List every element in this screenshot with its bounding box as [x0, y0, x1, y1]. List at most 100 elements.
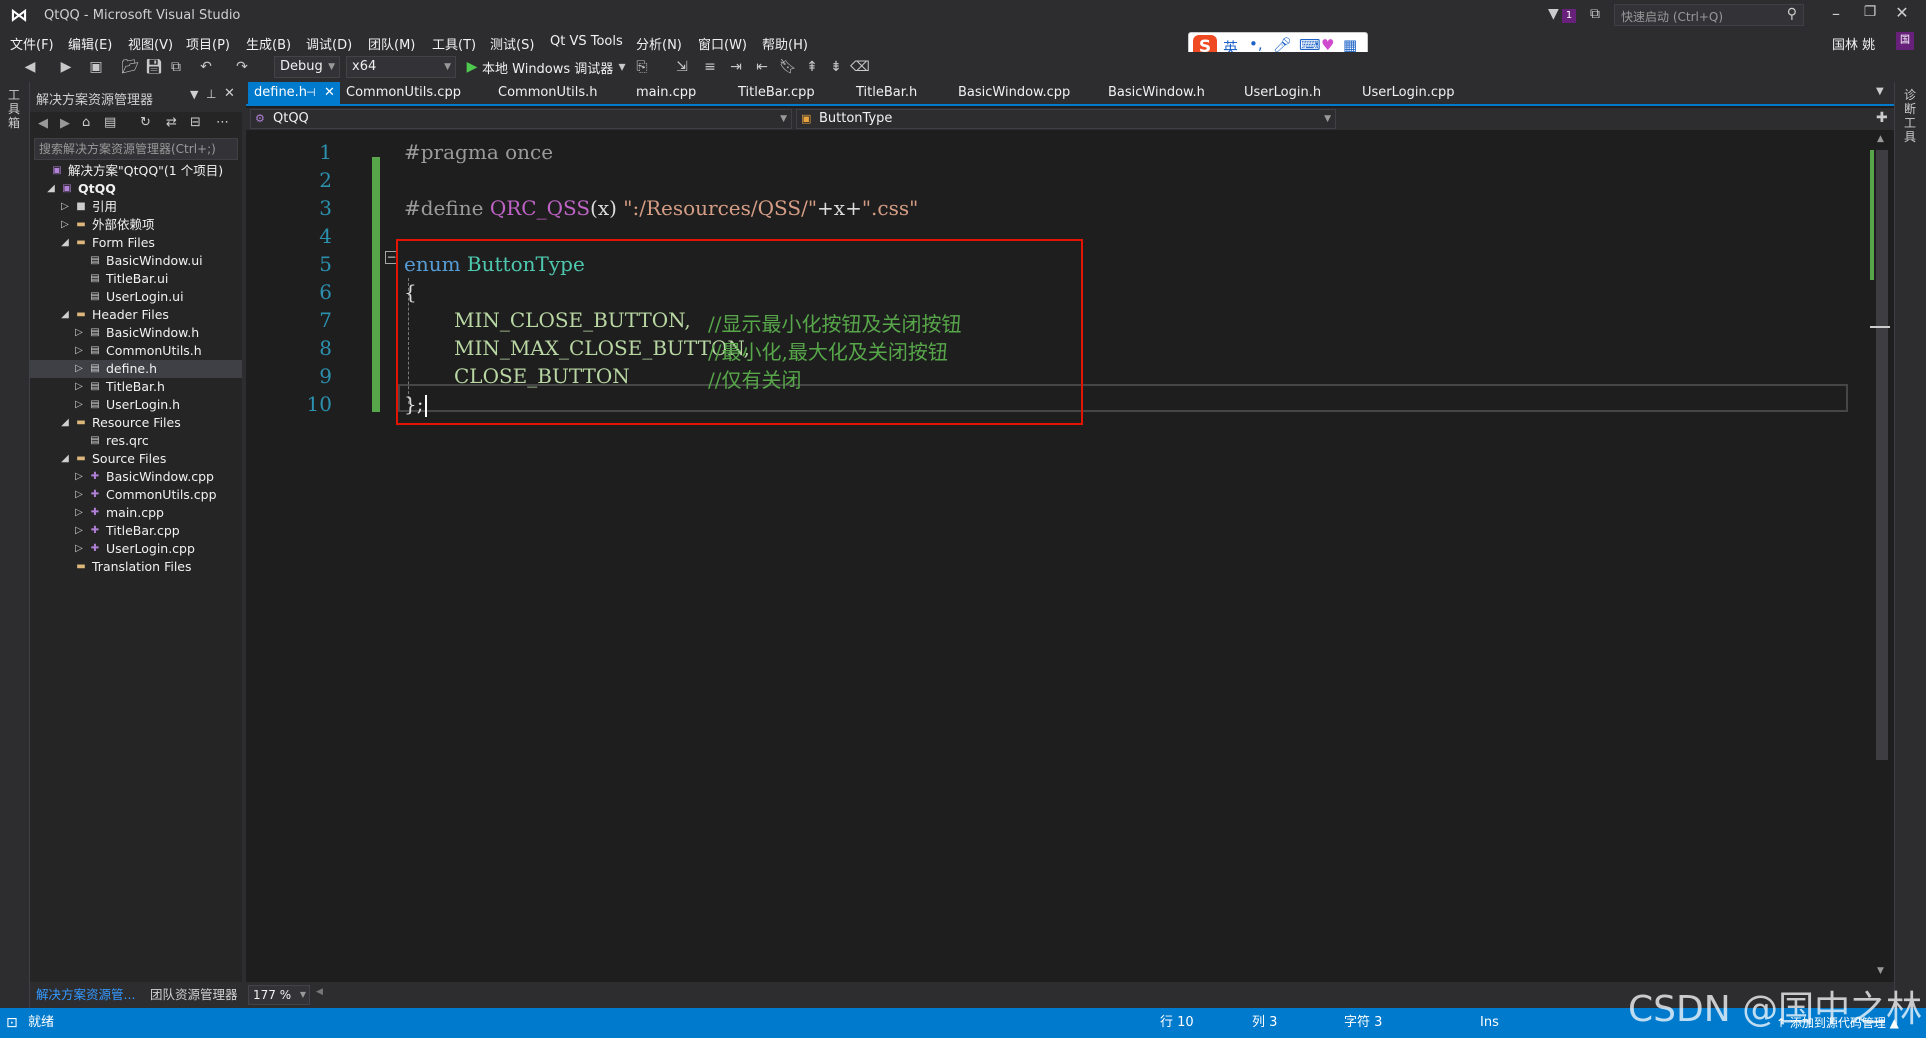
filter-icon[interactable]: ▼	[1548, 6, 1559, 22]
tree-item[interactable]: ◢ ▬ Resource Files	[30, 414, 242, 432]
tree-item[interactable]: ▷ ▬ 外部依赖项	[30, 216, 242, 234]
tree-item[interactable]: ◢ ▬ Form Files	[30, 234, 242, 252]
expanded-arrow-icon[interactable]: ◢	[46, 180, 56, 198]
solution-explorer-tab[interactable]: 解决方案资源管...	[36, 982, 135, 1008]
open-file-icon[interactable]: 📂︎	[120, 57, 140, 77]
collapse-all-icon[interactable]: ⊟	[190, 115, 201, 130]
menu-build[interactable]: 生成(B)	[246, 34, 291, 53]
tab-main-cpp[interactable]: main.cpp	[636, 82, 696, 104]
tab-overflow-icon[interactable]: ▼	[1876, 86, 1884, 97]
back-icon[interactable]: ◀	[20, 57, 40, 77]
tree-item[interactable]: ▷ ▤ define.h	[30, 360, 242, 378]
menu-project[interactable]: 项目(P)	[186, 34, 230, 53]
tab-userlogin-cpp[interactable]: UserLogin.cpp	[1362, 82, 1455, 104]
tree-item[interactable]: ▣ 解决方案"QtQQ"(1 个项目)	[30, 162, 242, 180]
collapsed-arrow-icon[interactable]: ▷	[74, 522, 84, 540]
toolbox-strip[interactable]: 工具箱	[0, 82, 30, 1008]
diagnostic-tools-strip[interactable]: 诊断工具	[1894, 82, 1926, 1008]
pending-changes-icon[interactable]: ↻	[140, 115, 151, 130]
scroll-left-icon[interactable]: ◀	[316, 987, 323, 997]
prev-bookmark-icon[interactable]: ⇞	[802, 57, 822, 77]
tree-item[interactable]: ▷ ✚ BasicWindow.cpp	[30, 468, 242, 486]
step-icon[interactable]: ⇲	[672, 57, 692, 77]
close-icon[interactable]: ✕	[324, 82, 335, 104]
menu-edit[interactable]: 编辑(E)	[68, 34, 112, 53]
tab-basicwindow-cpp[interactable]: BasicWindow.cpp	[958, 82, 1070, 104]
punctuation-icon[interactable]: •,	[1249, 35, 1263, 53]
dropdown-icon[interactable]: ▼	[190, 88, 198, 101]
sync-icon[interactable]: ⇄	[166, 115, 177, 130]
feedback-icon[interactable]: ⧉	[1590, 6, 1600, 22]
properties-icon[interactable]: ⋯	[216, 115, 229, 130]
close-button[interactable]: ✕	[1892, 3, 1912, 22]
restore-button[interactable]: ❐	[1860, 4, 1880, 20]
collapsed-arrow-icon[interactable]: ▷	[74, 468, 84, 486]
tab-basicwindow-h[interactable]: BasicWindow.h	[1108, 82, 1205, 104]
menu-file[interactable]: 文件(F)	[10, 34, 54, 53]
tab-userlogin-h[interactable]: UserLogin.h	[1244, 82, 1321, 104]
tree-item[interactable]: ▤ BasicWindow.ui	[30, 252, 242, 270]
collapsed-arrow-icon[interactable]: ▷	[74, 504, 84, 522]
toolbox-label[interactable]: 工具箱	[8, 88, 22, 130]
quick-launch-input[interactable]: 快速启动 (Ctrl+Q) ⚲	[1614, 4, 1804, 26]
collapsed-arrow-icon[interactable]: ▷	[74, 396, 84, 414]
pin-icon[interactable]: ⊥	[206, 87, 216, 101]
menu-qt-vs-tools[interactable]: Qt VS Tools	[550, 34, 623, 49]
menu-window[interactable]: 窗口(W)	[698, 34, 747, 53]
diagnostic-tools-label[interactable]: 诊断工具	[1904, 88, 1918, 144]
scroll-down-icon[interactable]: ▼	[1877, 966, 1884, 976]
project-dropdown[interactable]: ⚙ QtQQ ▼	[250, 109, 792, 129]
undo-icon[interactable]: ↶	[196, 57, 216, 77]
tree-item[interactable]: ◢ ▣ QtQQ	[30, 180, 242, 198]
menu-team[interactable]: 团队(M)	[368, 34, 415, 53]
save-icon[interactable]: 💾︎	[144, 57, 164, 77]
zoom-select[interactable]: 177 % ▼	[248, 985, 310, 1005]
menu-view[interactable]: 视图(V)	[128, 34, 173, 53]
configuration-select[interactable]: Debug ▼	[274, 56, 340, 78]
menu-test[interactable]: 测试(S)	[490, 34, 534, 53]
collapsed-arrow-icon[interactable]: ▷	[60, 216, 70, 234]
redo-icon[interactable]: ↷	[232, 57, 252, 77]
expanded-arrow-icon[interactable]: ◢	[60, 234, 70, 252]
tree-item[interactable]: ▷ ▤ BasicWindow.h	[30, 324, 242, 342]
tree-item[interactable]: ▷ ✚ UserLogin.cpp	[30, 540, 242, 558]
tab-commonutils-cpp[interactable]: CommonUtils.cpp	[346, 82, 461, 104]
tree-item[interactable]: ▷ ✚ CommonUtils.cpp	[30, 486, 242, 504]
tree-item[interactable]: ▷ ✚ main.cpp	[30, 504, 242, 522]
forward-icon[interactable]: ▶	[60, 116, 70, 131]
tree-item[interactable]: ▷ ■ 引用	[30, 198, 242, 216]
search-icon[interactable]: ⚲	[1787, 6, 1797, 22]
notification-badge[interactable]: 1	[1562, 9, 1576, 23]
menu-analyze[interactable]: 分析(N)	[636, 34, 682, 53]
bookmark-icon[interactable]: 🔖︎	[778, 57, 798, 77]
split-window-icon[interactable]: ✚	[1876, 110, 1888, 126]
platform-select[interactable]: x64 ▼	[346, 56, 456, 78]
symbol-dropdown[interactable]: ▣ ButtonType ▼	[796, 109, 1336, 129]
tree-item[interactable]: ▷ ✚ TitleBar.cpp	[30, 522, 242, 540]
indent-icon[interactable]: ⇥	[726, 57, 746, 77]
scroll-up-icon[interactable]: ▲	[1877, 134, 1884, 144]
start-debugging-button[interactable]: 本地 Windows 调试器	[482, 58, 613, 77]
minimize-button[interactable]: –	[1826, 4, 1846, 23]
menu-tools[interactable]: 工具(T)	[432, 34, 476, 53]
expanded-arrow-icon[interactable]: ◢	[60, 450, 70, 468]
collapsed-arrow-icon[interactable]: ▷	[74, 486, 84, 504]
pin-icon[interactable]: ⊣	[306, 82, 316, 104]
browse-icon[interactable]: ⎘	[632, 57, 652, 77]
tree-item[interactable]: ▷ ▤ CommonUtils.h	[30, 342, 242, 360]
solution-search-input[interactable]: 搜索解决方案资源管理器(Ctrl+;)	[34, 138, 238, 160]
expanded-arrow-icon[interactable]: ◢	[60, 306, 70, 324]
collapsed-arrow-icon[interactable]: ▷	[74, 540, 84, 558]
forward-icon[interactable]: ▶	[56, 57, 76, 77]
tab-define-h[interactable]: define.h ⊣ ✕	[248, 82, 340, 104]
user-name[interactable]: 国林 姚	[1832, 34, 1875, 53]
back-icon[interactable]: ◀	[38, 116, 48, 131]
vertical-scrollbar[interactable]: ▲ ▼	[1870, 130, 1894, 982]
close-icon[interactable]: ✕	[224, 86, 235, 101]
tree-item[interactable]: ▬ Translation Files	[30, 558, 242, 576]
dropdown-icon[interactable]: ▾	[612, 57, 632, 77]
tab-titlebar-h[interactable]: TitleBar.h	[856, 82, 917, 104]
menu-debug[interactable]: 调试(D)	[306, 34, 352, 53]
tree-item[interactable]: ▤ res.qrc	[30, 432, 242, 450]
next-bookmark-icon[interactable]: ⇟	[826, 57, 846, 77]
